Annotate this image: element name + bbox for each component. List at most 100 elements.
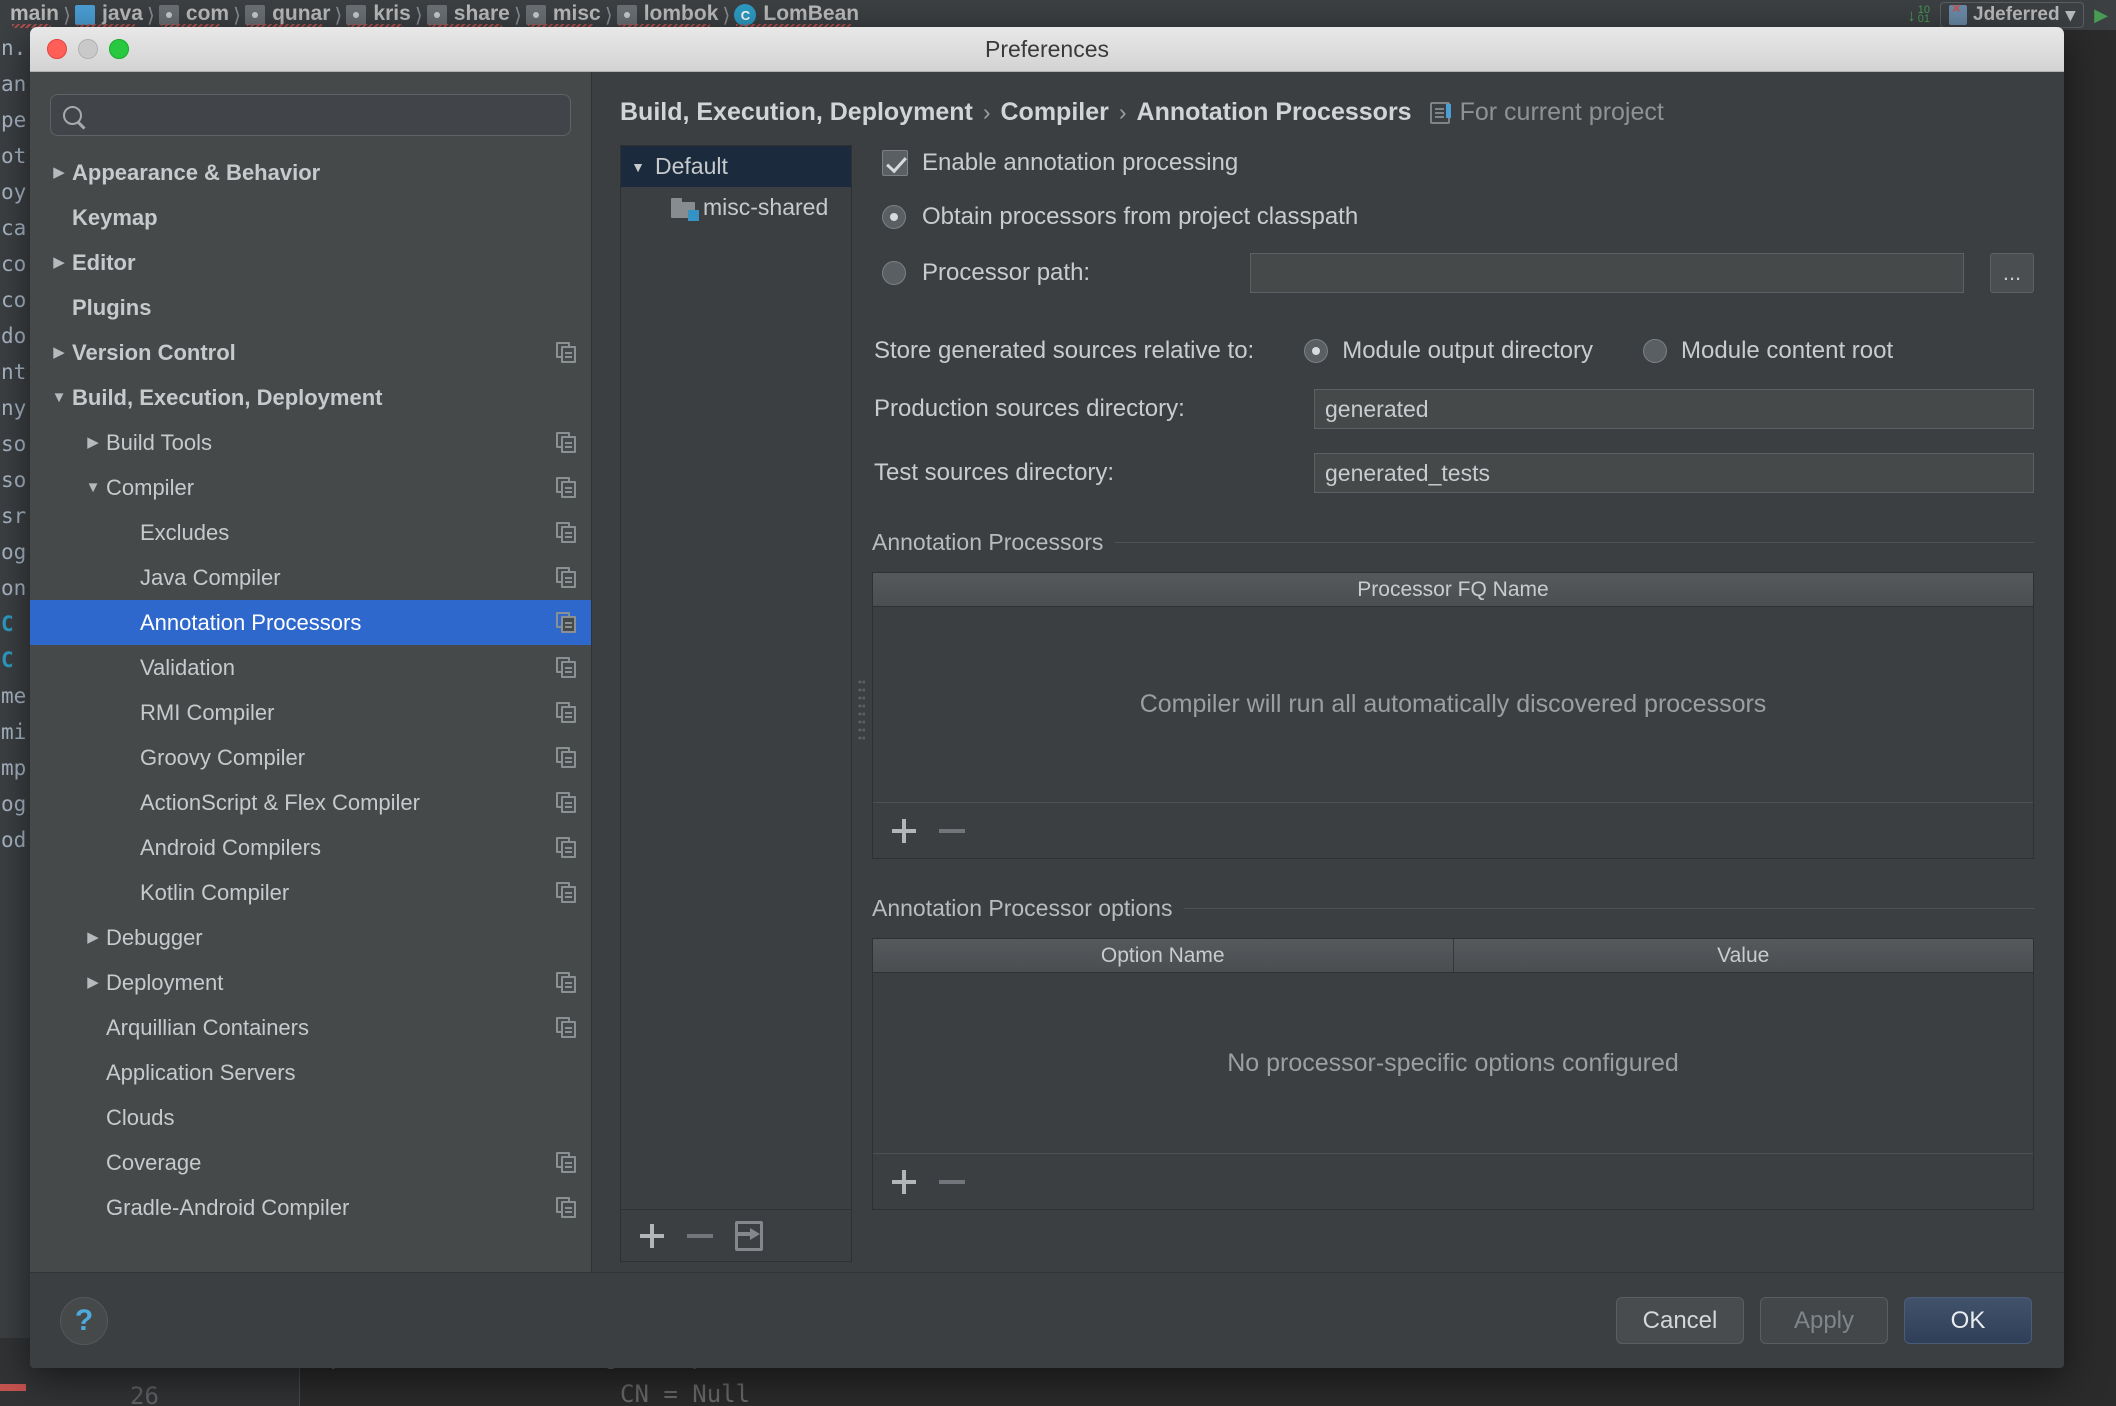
breadcrumb-part-2[interactable]: Annotation Processors xyxy=(1137,98,1412,127)
module-output-directory-option[interactable]: Module output directory xyxy=(1304,337,1593,365)
obtain-from-classpath-label: Obtain processors from project classpath xyxy=(922,203,1359,230)
sidebar-item-annotation-processors[interactable]: Annotation Processors xyxy=(30,600,591,645)
editor-breadcrumb-main[interactable]: main ⟩ xyxy=(0,0,71,30)
project-settings-icon xyxy=(556,746,577,769)
profile-item-misc-shared[interactable]: misc-shared xyxy=(621,187,851,228)
sidebar-item-actionscript-flex-compiler[interactable]: ActionScript & Flex Compiler xyxy=(30,780,591,825)
editor-breadcrumb-share[interactable]: share ⟩ xyxy=(417,0,522,30)
breadcrumb-part-0[interactable]: Build, Execution, Deployment xyxy=(620,98,973,127)
enable-annotation-processing-checkbox[interactable] xyxy=(882,150,908,176)
project-scope-icon xyxy=(1429,101,1451,124)
run-icon[interactable]: ▶ xyxy=(2094,5,2108,26)
editor-breadcrumb-qunar[interactable]: qunar ⟩ xyxy=(235,0,342,30)
chevron-right-icon[interactable]: ▶ xyxy=(46,255,72,270)
sidebar-item-coverage[interactable]: Coverage xyxy=(30,1140,591,1185)
chevron-down-icon[interactable]: ▼ xyxy=(627,159,649,175)
search-input[interactable] xyxy=(90,104,558,126)
sidebar-item-plugins[interactable]: Plugins xyxy=(30,285,591,330)
vcs-update-counter[interactable]: ↓ 10 01 xyxy=(1907,5,1930,25)
sidebar-item-application-servers[interactable]: Application Servers xyxy=(30,1050,591,1095)
module-content-root-radio[interactable] xyxy=(1643,339,1668,363)
dialog-titlebar[interactable]: Preferences xyxy=(30,27,2064,72)
column-header-value[interactable]: Value xyxy=(1452,939,2034,972)
enable-annotation-processing-row[interactable]: Enable annotation processing xyxy=(882,149,2034,177)
sidebar-item-appearance-behavior[interactable]: ▶ Appearance & Behavior xyxy=(30,150,591,195)
processor-path-browse-button[interactable]: ... xyxy=(1990,253,2034,293)
remove-processor-button[interactable] xyxy=(939,828,965,833)
apply-button[interactable]: Apply xyxy=(1760,1297,1888,1344)
move-to-profile-button[interactable] xyxy=(735,1220,763,1251)
profile-item-default[interactable]: ▼ Default xyxy=(621,146,851,187)
add-option-button[interactable] xyxy=(891,1169,917,1195)
ok-button[interactable]: OK xyxy=(1904,1297,2032,1344)
column-header-processor-fq-name[interactable]: Processor FQ Name xyxy=(873,573,2033,606)
remove-option-button[interactable] xyxy=(939,1179,965,1184)
sidebar-item-groovy-compiler[interactable]: Groovy Compiler xyxy=(30,735,591,780)
sidebar-item-java-compiler[interactable]: Java Compiler xyxy=(30,555,591,600)
pane-splitter[interactable] xyxy=(852,145,870,1272)
editor-breadcrumb-java[interactable]: java ⟩ xyxy=(65,0,155,30)
breadcrumb-part-1[interactable]: Compiler xyxy=(1001,98,1109,127)
package-icon xyxy=(346,5,367,25)
chevron-right-icon[interactable]: ▶ xyxy=(46,165,72,180)
sidebar-item-build-execution-deployment[interactable]: ▼ Build, Execution, Deployment xyxy=(30,375,591,420)
sidebar-item-rmi-compiler[interactable]: RMI Compiler xyxy=(30,690,591,735)
sidebar-item-compiler[interactable]: ▼ Compiler xyxy=(30,465,591,510)
column-header-option-name[interactable]: Option Name xyxy=(873,939,1453,972)
editor-breadcrumb-com[interactable]: com ⟩ xyxy=(149,0,241,30)
sidebar-item-gradle-android-compiler[interactable]: Gradle-Android Compiler xyxy=(30,1185,591,1230)
sidebar-item-deployment[interactable]: ▶ Deployment xyxy=(30,960,591,1005)
code-fragment: on xyxy=(1,576,26,600)
chevron-right-icon[interactable]: ▶ xyxy=(80,435,106,450)
processors-table-body[interactable]: Compiler will run all automatically disc… xyxy=(873,607,2033,802)
processor-path-radio[interactable] xyxy=(882,261,906,285)
remove-profile-button[interactable] xyxy=(687,1233,713,1238)
project-settings-icon xyxy=(556,431,577,454)
chevron-down-icon[interactable]: ▼ xyxy=(80,480,106,495)
help-button[interactable]: ? xyxy=(60,1296,108,1345)
chevron-right-icon[interactable]: ▶ xyxy=(46,345,72,360)
profile-list[interactable]: ▼ Default misc-shared xyxy=(621,146,851,1209)
cancel-button[interactable]: Cancel xyxy=(1616,1297,1744,1344)
sidebar-item-editor[interactable]: ▶ Editor xyxy=(30,240,591,285)
code-fragment: an xyxy=(1,72,26,96)
chevron-right-icon[interactable]: ▶ xyxy=(80,930,106,945)
production-sources-input[interactable]: generated xyxy=(1314,389,2034,429)
search-box[interactable] xyxy=(50,94,571,136)
project-settings-icon xyxy=(556,1151,577,1174)
options-table-body[interactable]: No processor-specific options configured xyxy=(873,973,2033,1153)
editor-breadcrumb-misc[interactable]: misc ⟩ xyxy=(516,0,613,30)
sidebar-item-clouds[interactable]: Clouds xyxy=(30,1095,591,1140)
sidebar-item-kotlin-compiler[interactable]: Kotlin Compiler xyxy=(30,870,591,915)
add-processor-button[interactable] xyxy=(891,818,917,844)
branch-selector[interactable]: Jdeferred ▾ xyxy=(1940,0,2085,28)
breadcrumb: Build, Execution, Deployment › Compiler … xyxy=(592,72,2064,145)
module-content-root-option[interactable]: Module content root xyxy=(1643,337,1893,365)
sidebar-item-label: Keymap xyxy=(72,204,158,230)
sidebar-item-keymap[interactable]: Keymap xyxy=(30,195,591,240)
chevron-down-icon: ▾ xyxy=(2065,4,2076,26)
obtain-from-classpath-radio[interactable] xyxy=(882,205,906,229)
sidebar-item-build-tools[interactable]: ▶ Build Tools xyxy=(30,420,591,465)
settings-tree[interactable]: ▶ Appearance & Behavior Keymap ▶ Editor Plugi… xyxy=(30,150,591,1272)
chevron-right-icon[interactable]: ▶ xyxy=(80,975,106,990)
sidebar-item-android-compilers[interactable]: Android Compilers xyxy=(30,825,591,870)
editor-breadcrumb-kris[interactable]: kris ⟩ xyxy=(336,0,423,30)
add-profile-button[interactable] xyxy=(639,1223,665,1249)
module-output-directory-radio[interactable] xyxy=(1304,339,1329,363)
chevron-down-icon[interactable]: ▼ xyxy=(46,390,72,405)
options-group-title: Annotation Processor options xyxy=(872,895,1173,921)
obtain-from-classpath-row[interactable]: Obtain processors from project classpath xyxy=(882,203,2034,231)
editor-breadcrumb-lombok[interactable]: lombok ⟩ xyxy=(607,0,730,30)
sidebar-item-validation[interactable]: Validation xyxy=(30,645,591,690)
processor-path-input[interactable] xyxy=(1250,253,1964,293)
footer-buttons: Cancel Apply OK xyxy=(1616,1297,2032,1344)
test-sources-input[interactable]: generated_tests xyxy=(1314,453,2034,493)
sidebar-item-arquillian-containers[interactable]: Arquillian Containers xyxy=(30,1005,591,1050)
editor-breadcrumb-lombean[interactable]: C LomBean xyxy=(724,0,865,30)
sidebar-item-version-control[interactable]: ▶ Version Control xyxy=(30,330,591,375)
sidebar-item-debugger[interactable]: ▶ Debugger xyxy=(30,915,591,960)
dialog-body: ▶ Appearance & Behavior Keymap ▶ Editor Plugi… xyxy=(30,72,2064,1272)
sidebar-item-label: Arquillian Containers xyxy=(106,1014,309,1040)
sidebar-item-excludes[interactable]: Excludes xyxy=(30,510,591,555)
